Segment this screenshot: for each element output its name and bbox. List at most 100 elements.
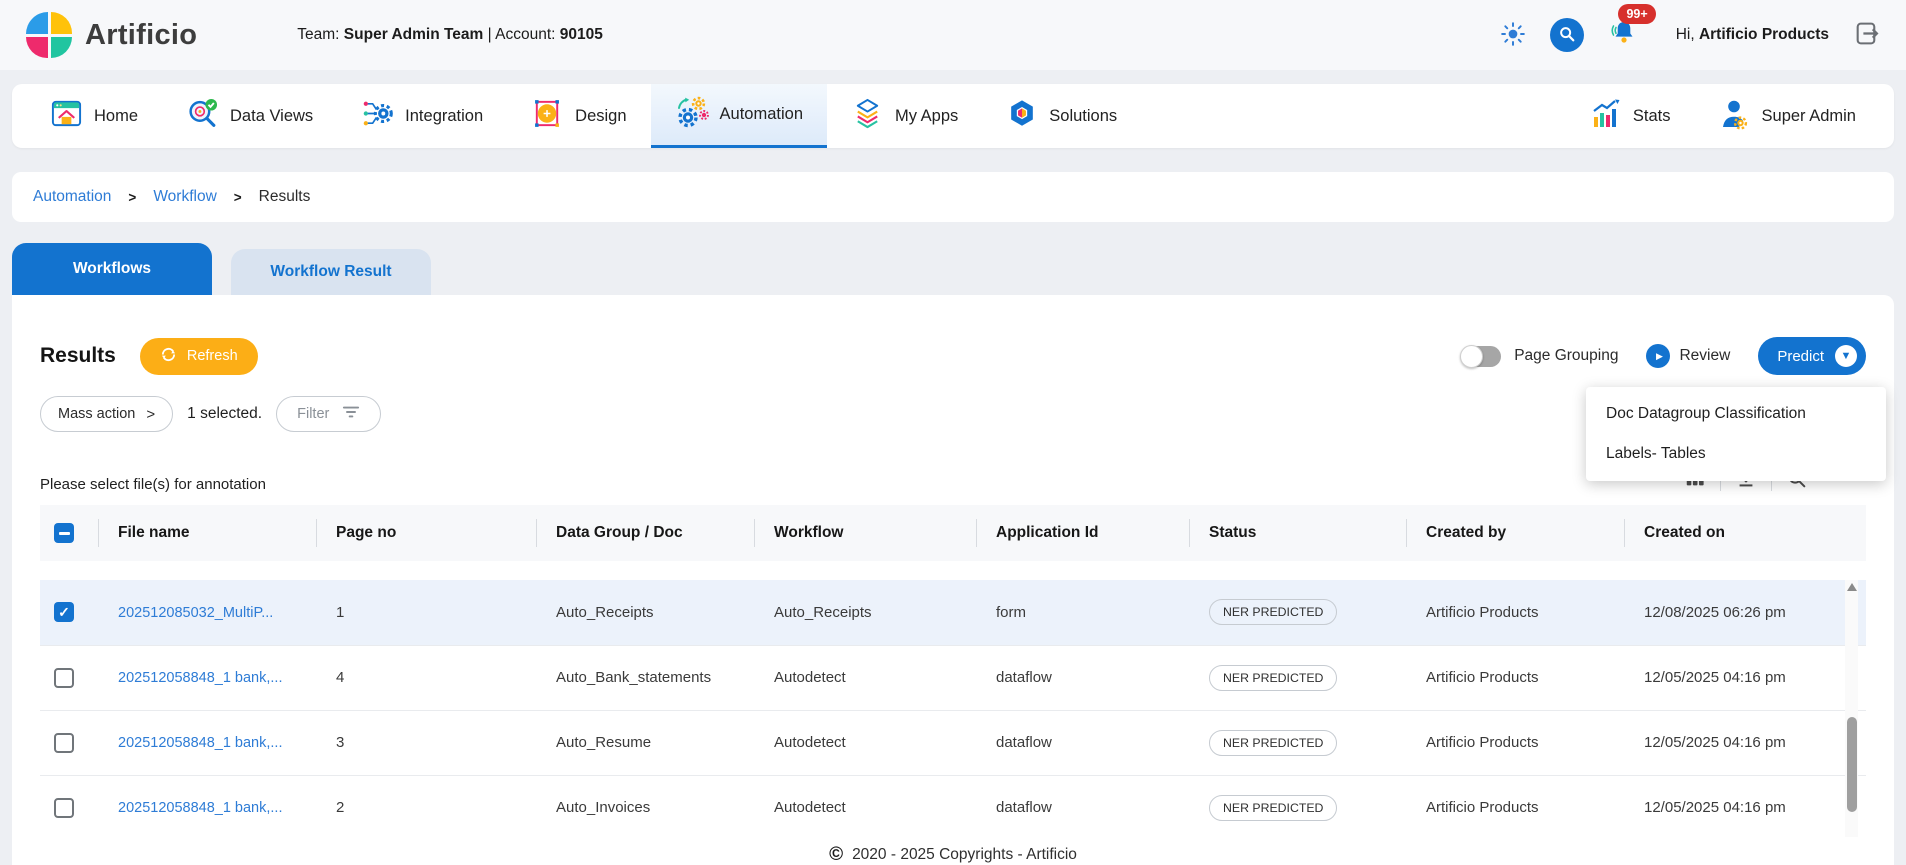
user-greeting: Hi, Artificio Products [1676,26,1829,44]
tab-bar: Workflows Workflow Result [12,243,1894,295]
column-header-workflow[interactable]: Workflow [754,505,976,561]
team-account-info: Team: Super Admin Team | Account: 90105 [297,26,603,44]
table-row[interactable]: 202512058848_1 bank,... 4 Auto_Bank_stat… [40,645,1866,710]
table-row[interactable]: ✓ 202512085032_MultiP... 1 Auto_Receipts… [40,580,1866,645]
mass-action-button[interactable]: Mass action > [40,396,173,432]
data-group-cell: Auto_Receipts [536,580,754,645]
results-table: File name Page no Data Group / Doc Workf… [40,505,1866,841]
row-checkbox[interactable]: ✓ [54,602,74,622]
scrollbar-thumb[interactable] [1847,717,1857,812]
application-id-cell: dataflow [976,645,1189,710]
top-header: Artificio Team: Super Admin Team | Accou… [0,0,1906,70]
tab-workflows[interactable]: Workflows [12,243,212,295]
data-group-cell: Auto_Invoices [536,775,754,840]
row-checkbox[interactable] [54,798,74,818]
table-scrollbar[interactable] [1845,580,1858,865]
table-row[interactable]: 202512058848_1 bank,... 2 Auto_Invoices … [40,775,1866,840]
nav-item-stats[interactable]: Stats [1566,84,1695,148]
workflow-cell: Autodetect [754,645,976,710]
chevron-right-icon: > [234,190,242,205]
nav-label: Design [575,107,626,126]
filter-button[interactable]: Filter [276,396,381,432]
logout-button[interactable] [1853,20,1880,50]
nav-item-home[interactable]: Home [26,84,162,148]
workflow-cell: Autodetect [754,710,976,775]
table-row[interactable]: 202512058848_1 bank,... 3 Auto_Resume Au… [40,710,1866,775]
footer: © 2020 - 2025 Copyrights - Artificio [12,837,1894,865]
nav-label: Data Views [230,107,313,126]
page-no-cell: 4 [316,645,536,710]
file-name-link[interactable]: 202512085032_MultiP... [118,605,273,621]
team-name: Super Admin Team [344,26,484,43]
refresh-button[interactable]: Refresh [140,338,258,375]
tab-workflow-result[interactable]: Workflow Result [231,249,431,295]
column-header-application-id[interactable]: Application Id [976,505,1189,561]
filter-icon [342,404,360,424]
brand-name: Artificio [85,19,197,52]
artificio-logo-icon [26,12,72,58]
file-name-link[interactable]: 202512058848_1 bank,... [118,735,282,751]
annotation-hint-text: Please select file(s) for annotation [40,476,266,493]
breadcrumb-workflow[interactable]: Workflow [153,188,216,206]
bell-icon [1608,36,1638,53]
nav-label: Home [94,107,138,126]
column-header-data-group[interactable]: Data Group / Doc [536,505,754,561]
row-checkbox[interactable] [54,668,74,688]
status-badge: NER PREDICTED [1209,730,1337,756]
search-button[interactable] [1550,18,1584,52]
row-checkbox[interactable] [54,733,74,753]
automation-icon [675,95,709,134]
chevron-down-icon: ▼ [1835,345,1857,367]
copyright-text: 2020 - 2025 Copyrights - Artificio [852,846,1077,864]
logout-icon [1853,20,1880,50]
nav-item-data-views[interactable]: Data Views [162,84,337,148]
nav-item-design[interactable]: Design [507,84,650,148]
page-no-cell: 3 [316,710,536,775]
play-icon: ▶ [1646,344,1670,368]
review-button[interactable]: ▶ Review [1646,344,1730,368]
search-icon [1558,25,1576,46]
predict-dropdown-menu: Doc Datagroup Classification Labels- Tab… [1586,387,1886,481]
brand[interactable]: Artificio [26,12,197,58]
nav-item-solutions[interactable]: Solutions [982,84,1141,148]
data-group-cell: Auto_Resume [536,710,754,775]
menu-item-doc-datagroup-classification[interactable]: Doc Datagroup Classification [1586,394,1886,434]
status-badge: NER PREDICTED [1209,795,1337,821]
nav-item-super-admin[interactable]: Super Admin [1695,84,1880,148]
my-apps-icon [851,97,884,135]
data-views-icon [186,97,219,135]
predict-button[interactable]: Predict ▼ [1758,337,1866,375]
theme-toggle-button[interactable] [1500,21,1526,50]
created-by-cell: Artificio Products [1406,775,1624,840]
notifications-button[interactable]: 99+ [1608,17,1638,54]
column-header-status[interactable]: Status [1189,505,1406,561]
application-id-cell: form [976,580,1189,645]
super-admin-icon [1719,98,1751,135]
workflow-cell: Autodetect [754,775,976,840]
home-icon [50,97,83,135]
menu-item-labels-tables[interactable]: Labels- Tables [1586,434,1886,474]
account-number: 90105 [560,26,603,43]
notification-count-badge: 99+ [1618,4,1655,24]
status-badge: NER PREDICTED [1209,665,1337,691]
nav-item-automation[interactable]: Automation [651,84,827,148]
nav-item-my-apps[interactable]: My Apps [827,84,982,148]
file-name-link[interactable]: 202512058848_1 bank,... [118,670,282,686]
scroll-up-icon[interactable] [1847,583,1857,591]
page-no-cell: 2 [316,775,536,840]
file-name-link[interactable]: 202512058848_1 bank,... [118,800,282,816]
column-header-page-no[interactable]: Page no [316,505,536,561]
column-header-created-on[interactable]: Created on [1624,505,1866,561]
breadcrumb-automation[interactable]: Automation [33,188,111,206]
data-group-cell: Auto_Bank_statements [536,645,754,710]
page-grouping-toggle[interactable] [1461,346,1501,367]
select-all-checkbox[interactable] [54,523,74,543]
nav-item-integration[interactable]: Integration [337,84,507,148]
nav-label: Super Admin [1762,107,1856,126]
solutions-icon [1006,98,1038,135]
nav-label: Solutions [1049,107,1117,126]
main-navigation: Home Data Views Integration Design Autom… [12,84,1894,148]
column-header-file-name[interactable]: File name [98,505,316,561]
copyright-icon: © [829,844,843,865]
column-header-created-by[interactable]: Created by [1406,505,1624,561]
